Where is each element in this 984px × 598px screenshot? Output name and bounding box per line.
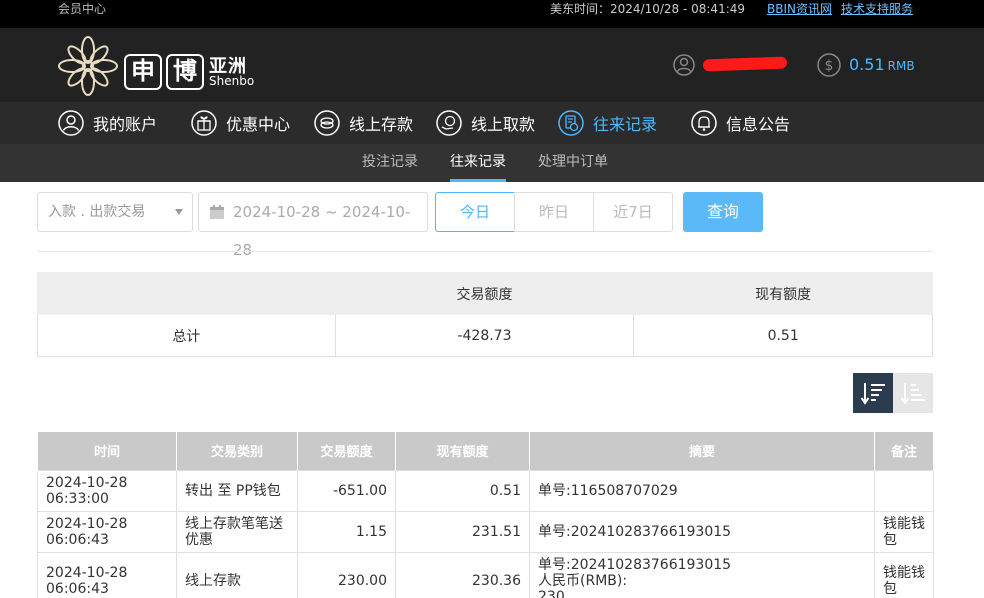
table-row: 2024-10-28 06:06:43 线上存款笔笔送优惠 1.15 231.5… xyxy=(37,510,934,553)
logo-char-2: 博 xyxy=(166,54,204,90)
last-7-days-button[interactable]: 近7日 xyxy=(593,192,673,232)
nav-online-withdraw[interactable]: 线上取款 xyxy=(436,102,535,144)
cell-balance: 0.51 xyxy=(395,469,530,512)
cell-summary: 单号:116508707029 xyxy=(529,469,875,512)
cell-time: 2024-10-28 06:06:43 xyxy=(37,551,177,598)
flower-logo-icon xyxy=(58,36,118,96)
deposit-icon xyxy=(314,110,340,136)
dollar-coin-icon: $ xyxy=(817,53,841,77)
summary-table: 交易额度 现有额度 总计 -428.73 0.51 xyxy=(37,272,933,357)
cell-amount: 1.15 xyxy=(297,510,396,553)
cell-balance: 231.51 xyxy=(395,510,530,553)
search-button[interactable]: 查询 xyxy=(683,192,763,232)
caret-down-icon xyxy=(175,209,183,215)
bell-icon xyxy=(691,110,717,136)
nav-transaction-records[interactable]: 往来记录 xyxy=(558,102,657,144)
logo-char-1: 申 xyxy=(124,54,162,90)
summary-line: 单号:202410283766193015 xyxy=(538,556,732,573)
nav-label: 线上取款 xyxy=(471,115,536,134)
nav-label: 优惠中心 xyxy=(226,115,291,134)
nav-online-deposit[interactable]: 线上存款 xyxy=(314,102,413,144)
gift-icon xyxy=(191,110,217,136)
calendar-icon xyxy=(210,205,224,219)
nav-label: 我的账户 xyxy=(93,115,158,134)
member-center-label: 会员中心 xyxy=(58,2,107,16)
transaction-type-select[interactable]: 入款 . 出款交易 xyxy=(37,192,193,232)
main-nav: 我的账户 优惠中心 线上存款 线上取款 往来记录 信息公告 xyxy=(0,102,984,144)
balance-display: 0.51 RMB xyxy=(849,55,915,74)
cell-time: 2024-10-28 06:33:00 xyxy=(37,469,177,512)
cell-summary: 单号:202410283766193015 人民币(RMB): 230 xyxy=(529,551,875,598)
logo-en-text: Shenbo xyxy=(209,74,255,88)
user-icon xyxy=(673,54,695,76)
balance-unit: RMB xyxy=(887,59,915,73)
cell-time: 2024-10-28 06:06:43 xyxy=(37,510,177,553)
cell-summary: 单号:202410283766193015 xyxy=(529,510,875,553)
col-header-type: 交易类别 xyxy=(176,432,298,470)
bbin-news-link[interactable]: BBIN资讯网 xyxy=(767,0,832,18)
col-header-note: 备注 xyxy=(874,432,934,470)
transaction-type-value: 入款 . 出款交易 xyxy=(48,204,146,220)
cell-type: 线上存款 xyxy=(176,551,298,598)
summary-total-label: 总计 xyxy=(37,314,336,357)
balance-value: 0.51 xyxy=(849,55,885,74)
summary-line: 230 xyxy=(538,588,565,598)
user-circle-icon xyxy=(58,110,84,136)
table-row: 2024-10-28 06:06:43 线上存款 230.00 230.36 单… xyxy=(37,551,934,598)
subtab-transaction-records[interactable]: 往来记录 xyxy=(450,144,506,182)
sort-ascending-icon xyxy=(900,383,925,405)
cell-note: 钱能钱包 xyxy=(874,510,934,553)
username-redacted xyxy=(702,56,788,72)
col-header-amount: 交易额度 xyxy=(297,432,396,470)
cell-note xyxy=(874,469,934,512)
sub-nav: 投注记录 往来记录 处理中订单 xyxy=(0,144,984,182)
date-range-input[interactable]: 2024-10-28 ~ 2024-10-28 xyxy=(198,192,428,259)
summary-line: 人民币(RMB): xyxy=(538,572,628,589)
nav-announcements[interactable]: 信息公告 xyxy=(691,102,790,144)
col-header-time: 时间 xyxy=(37,432,177,470)
tech-support-link[interactable]: 技术支持服务 xyxy=(841,0,913,18)
cell-type: 线上存款笔笔送优惠 xyxy=(176,510,298,553)
nav-promotions[interactable]: 优惠中心 xyxy=(191,102,290,144)
summary-current-balance: 0.51 xyxy=(633,314,933,357)
col-header-summary: 摘要 xyxy=(529,432,875,470)
nav-label: 信息公告 xyxy=(726,115,791,134)
nav-label: 线上存款 xyxy=(349,115,414,134)
subtab-pending-orders[interactable]: 处理中订单 xyxy=(538,144,608,182)
subtab-bet-records[interactable]: 投注记录 xyxy=(362,144,418,182)
yesterday-button[interactable]: 昨日 xyxy=(514,192,594,232)
eastern-time: 美东时间：2024/10/28 - 08:41:49 xyxy=(550,2,746,16)
summary-total-amount: -428.73 xyxy=(334,314,635,357)
cell-note: 钱能钱包 xyxy=(874,551,934,598)
svg-text:$: $ xyxy=(825,58,834,74)
today-button[interactable]: 今日 xyxy=(435,192,515,232)
summary-header-amount: 交易额度 xyxy=(334,272,635,315)
table-row: 2024-10-28 06:33:00 转出 至 PP钱包 -651.00 0.… xyxy=(37,469,934,512)
cell-amount: 230.00 xyxy=(297,551,396,598)
col-header-balance: 现有额度 xyxy=(395,432,530,470)
cell-balance: 230.36 xyxy=(395,551,530,598)
summary-header-balance: 现有额度 xyxy=(633,272,933,315)
site-header: 申 博 亚洲 Shenbo 6 $ 0.51RMB xyxy=(0,28,984,102)
sort-ascending-button[interactable] xyxy=(893,373,933,413)
nav-label: 往来记录 xyxy=(593,115,658,134)
summary-header-blank xyxy=(37,272,336,315)
transaction-table: 时间 交易类别 交易额度 现有额度 摘要 备注 2024-10-28 06:33… xyxy=(37,432,934,598)
cell-type: 转出 至 PP钱包 xyxy=(176,469,298,512)
nav-my-account[interactable]: 我的账户 xyxy=(58,102,157,144)
sort-descending-icon xyxy=(860,383,885,405)
withdraw-icon xyxy=(436,110,462,136)
top-bar: 会员中心 美东时间：2024/10/28 - 08:41:49 BBIN资讯网 … xyxy=(0,0,984,28)
cell-amount: -651.00 xyxy=(297,469,396,512)
sort-descending-button[interactable] xyxy=(853,373,893,413)
divider xyxy=(37,251,933,252)
record-icon xyxy=(558,110,584,136)
